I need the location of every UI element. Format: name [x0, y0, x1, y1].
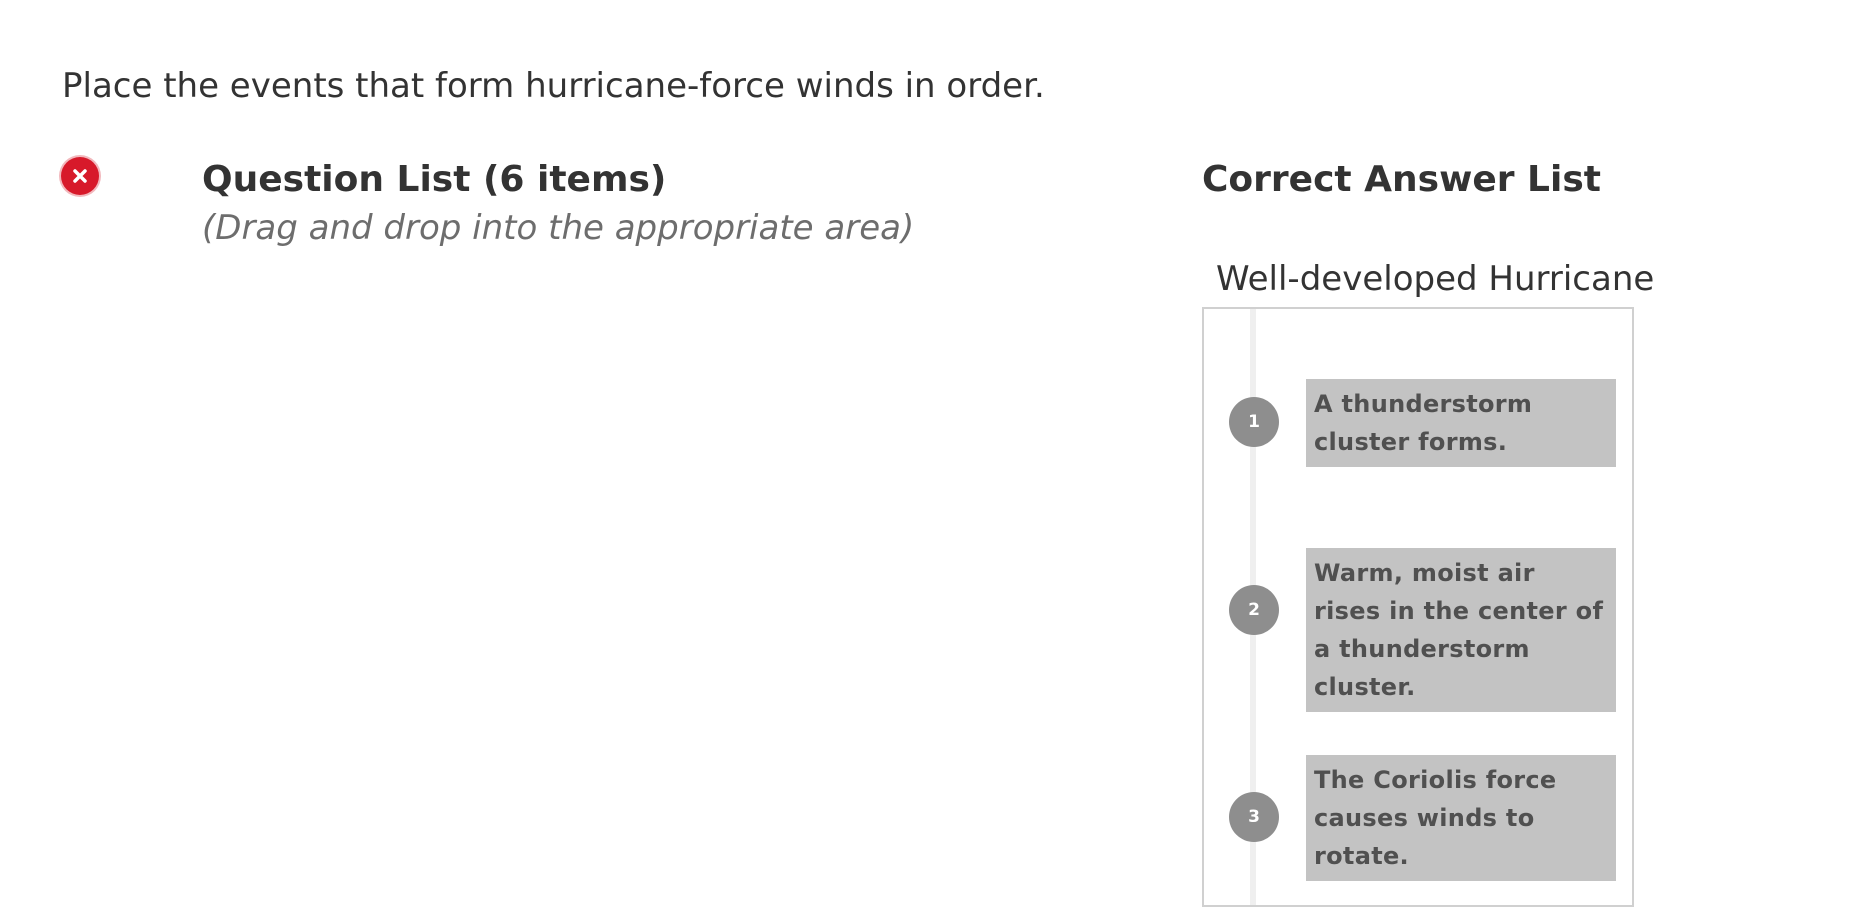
answer-card[interactable]: Warm, moist air rises in the center of a… — [1306, 548, 1616, 712]
order-number-badge: 2 — [1229, 585, 1279, 635]
close-icon — [73, 169, 87, 183]
order-number-badge: 3 — [1229, 792, 1279, 842]
correct-answer-list-title: Correct Answer List — [1202, 159, 1601, 200]
error-x-icon — [61, 157, 99, 195]
answer-drop-area[interactable]: 1 A thunderstorm cluster forms. 2 Warm, … — [1202, 307, 1634, 907]
answer-group-title: Well-developed Hurricane — [1216, 259, 1655, 299]
question-list-instruction: (Drag and drop into the appropriate area… — [202, 208, 915, 248]
question-prompt: Place the events that form hurricane-for… — [62, 66, 1045, 106]
answer-card[interactable]: A thunderstorm cluster forms. — [1306, 379, 1616, 467]
question-list-title: Question List (6 items) — [202, 159, 667, 200]
answer-card[interactable]: The Coriolis force causes winds to rotat… — [1306, 755, 1616, 881]
order-number-badge: 1 — [1229, 397, 1279, 447]
